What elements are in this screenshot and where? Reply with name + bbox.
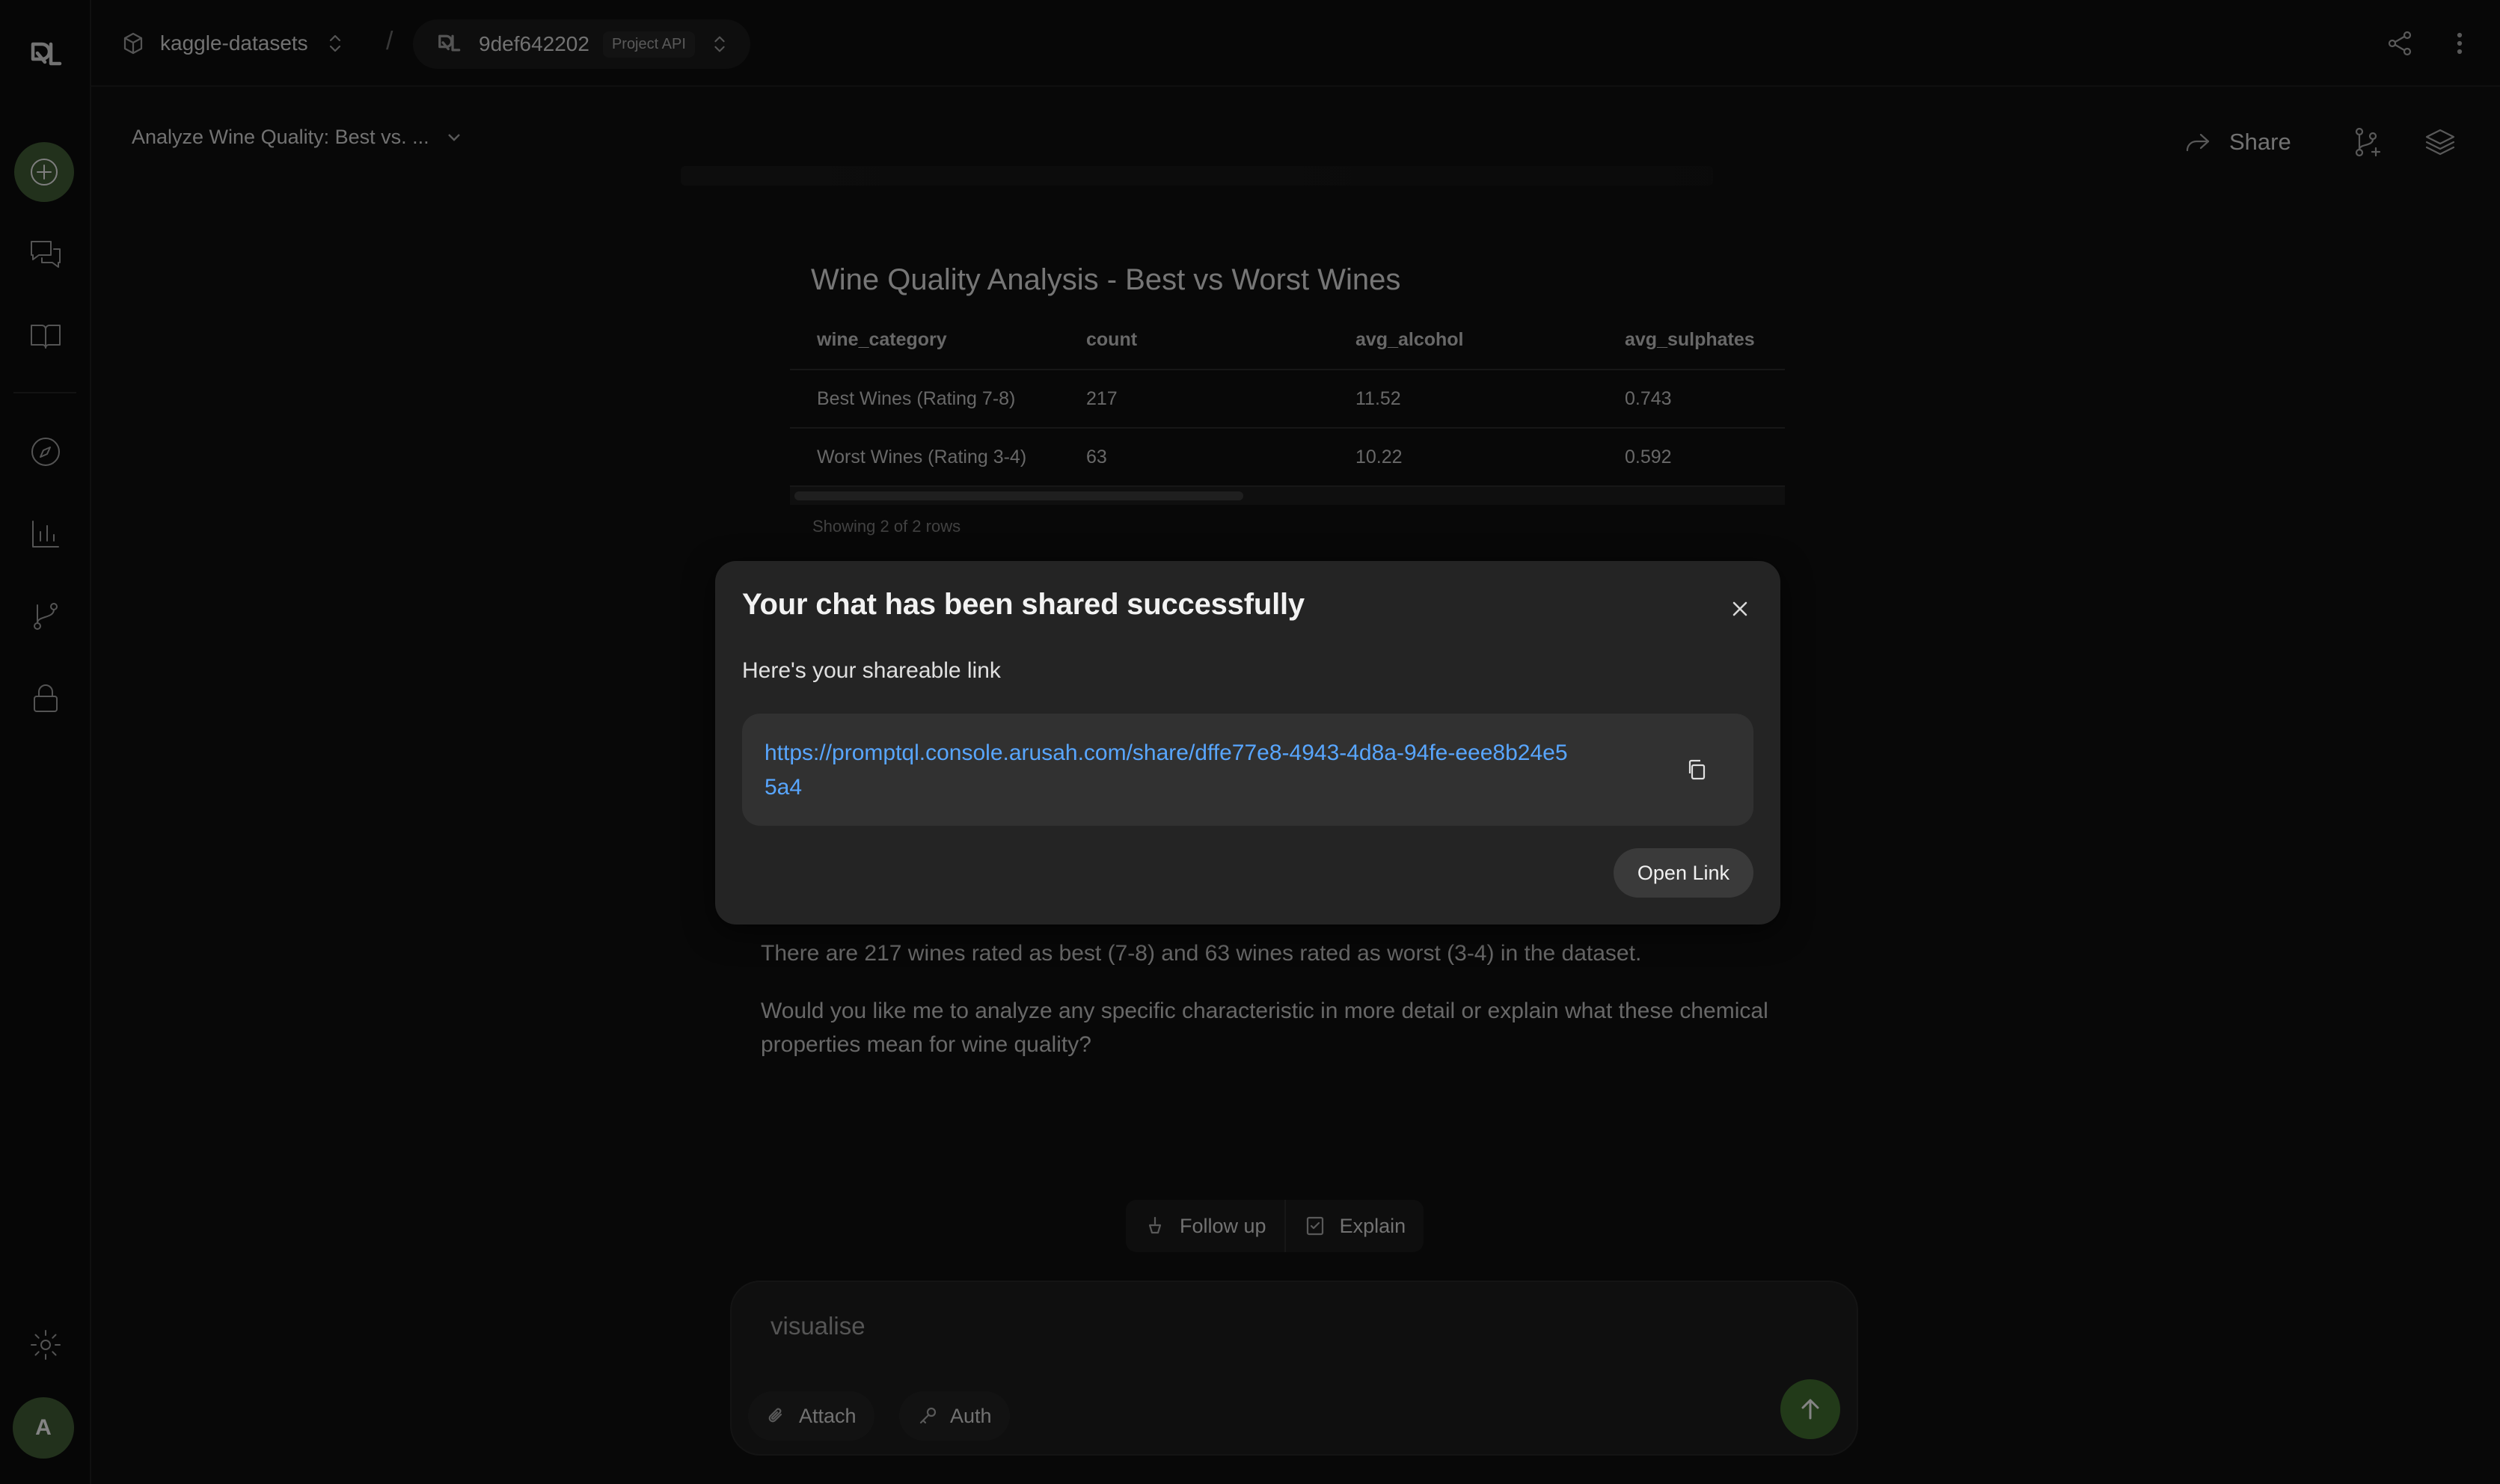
close-modal-button[interactable] [1724,592,1756,625]
copy-link-button[interactable] [1679,751,1716,788]
app-root: A kaggle-datasets / 9def642202 Project A… [0,0,2500,1484]
share-link[interactable]: https://promptql.console.arusah.com/shar… [765,736,1572,805]
copy-icon [1688,759,1706,780]
close-icon [1732,601,1747,616]
share-success-modal: Your chat has been shared successfully H… [715,561,1780,925]
open-link-button[interactable]: Open Link [1613,848,1753,898]
modal-subtitle: Here's your shareable link [742,658,1001,683]
share-link-box: https://promptql.console.arusah.com/shar… [742,714,1753,826]
modal-title: Your chat has been shared successfully [742,588,1305,621]
